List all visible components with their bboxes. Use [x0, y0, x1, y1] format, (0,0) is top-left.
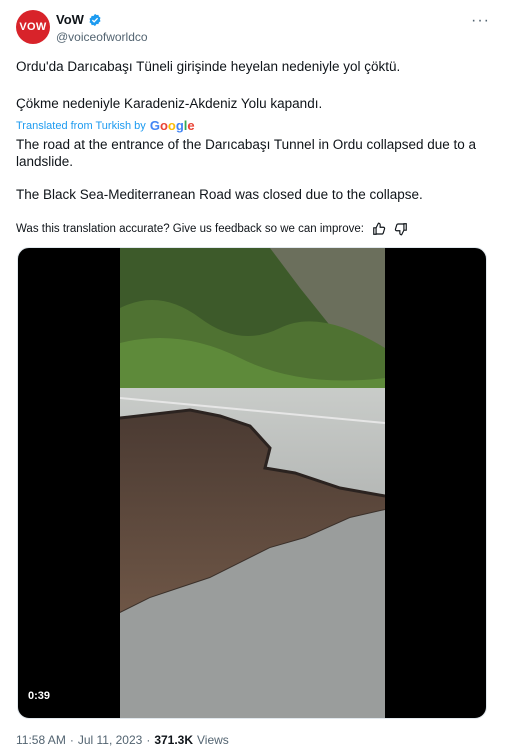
tweet-time[interactable]: 11:58 AM: [16, 733, 66, 747]
video-player[interactable]: 0:39: [17, 247, 487, 719]
views-label: Views: [197, 733, 229, 747]
display-name[interactable]: VoW: [56, 12, 84, 27]
thumbs-up-icon[interactable]: [372, 222, 386, 236]
more-options-icon[interactable]: ···: [471, 12, 490, 30]
meta-separator: ·: [146, 733, 151, 747]
handle[interactable]: @voiceofworldco: [56, 30, 148, 44]
translation-text-line2: The Black Sea-Mediterranean Road was clo…: [16, 187, 423, 202]
meta-separator: ·: [69, 733, 74, 747]
views-count: 371.3K: [154, 733, 194, 747]
translation-feedback: Was this translation accurate? Give us f…: [16, 222, 408, 236]
video-duration: 0:39: [28, 690, 51, 702]
original-text-line2: Çökme nedeniyle Karadeniz-Akdeniz Yolu k…: [16, 96, 323, 111]
video-frame[interactable]: [120, 248, 385, 719]
google-logo: Google: [149, 118, 195, 133]
translation-attribution[interactable]: Translated from Turkish by Google: [16, 118, 195, 133]
feedback-text: Was this translation accurate? Give us f…: [16, 223, 364, 235]
original-text-line1: Ordu'da Darıcabaşı Tüneli girişinde heye…: [16, 59, 401, 74]
tweet-meta: 11:58 AM · Jul 11, 2023 · 371.3K Views: [16, 733, 229, 747]
author-info: VoW @voiceofworldco: [56, 12, 148, 44]
tweet-date[interactable]: Jul 11, 2023: [78, 733, 143, 747]
translated-label: Translated from Turkish by: [16, 119, 146, 132]
verified-badge-icon: [89, 13, 101, 26]
avatar[interactable]: VOW: [16, 10, 50, 44]
thumbs-down-icon[interactable]: [394, 222, 408, 236]
translation-text-line1: The road at the entrance of the Darıcaba…: [16, 137, 477, 169]
tweet-header: VOW VoW @voiceofworldco ···: [16, 8, 496, 48]
